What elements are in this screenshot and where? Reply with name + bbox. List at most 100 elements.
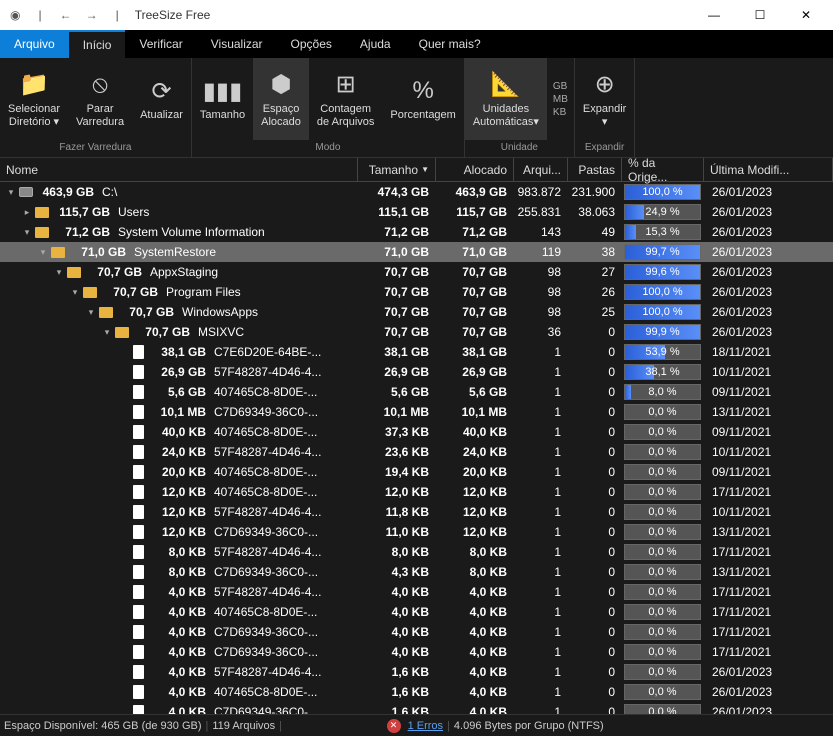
expander-icon[interactable]: ▾ (84, 307, 98, 318)
row-size: 70,7 GB (86, 265, 142, 279)
tree-row[interactable]: 12,0 KB57F48287-4D46-4...11,8 KB12,0 KB1… (0, 502, 833, 522)
tree-row[interactable]: ▾70,7 GBAppxStaging70,7 GB70,7 GB982799,… (0, 262, 833, 282)
col-files[interactable]: Arqui... (514, 158, 568, 181)
tree-row[interactable]: 20,0 KB407465C8-8D0E-...19,4 KB20,0 KB10… (0, 462, 833, 482)
expander-icon[interactable]: ▾ (4, 187, 18, 198)
tree-row[interactable]: 26,9 GB57F48287-4D46-4...26,9 GB26,9 GB1… (0, 362, 833, 382)
row-size: 115,7 GB (54, 205, 110, 219)
percent-bar: 100,0 % (624, 184, 701, 200)
unit-gb[interactable]: GB (553, 81, 568, 92)
tree-row[interactable]: 4,0 KB57F48287-4D46-4...1,6 KB4,0 KB100,… (0, 662, 833, 682)
row-size: 12,0 KB (150, 505, 206, 519)
tab-visualize[interactable]: Visualizar (197, 30, 277, 58)
row-name: 407465C8-8D0E-... (214, 685, 317, 699)
row-name: SystemRestore (134, 245, 216, 259)
row-size: 12,0 KB (150, 525, 206, 539)
tree-row[interactable]: 40,0 KB407465C8-8D0E-...37,3 KB40,0 KB10… (0, 422, 833, 442)
tree-row[interactable]: 4,0 KB407465C8-8D0E-...1,6 KB4,0 KB100,0… (0, 682, 833, 702)
refresh-button[interactable]: ⟳ Atualizar (132, 58, 191, 140)
tab-verify[interactable]: Verificar (125, 30, 196, 58)
tree-row[interactable]: 10,1 MBC7D69349-36C0-...10,1 MB10,1 MB10… (0, 402, 833, 422)
tab-more[interactable]: Quer mais? (405, 30, 495, 58)
row-size: 4,0 KB (150, 665, 206, 679)
row-size: 70,7 GB (134, 325, 190, 339)
mode-size-button[interactable]: ▮▮▮ Tamanho (192, 58, 253, 140)
tree-row[interactable]: 4,0 KBC7D69349-36C0-...1,6 KB4,0 KB100,0… (0, 702, 833, 714)
row-size: 38,1 GB (150, 345, 206, 359)
tab-home[interactable]: Início (69, 30, 126, 58)
statusbar: Espaço Disponível: 465 GB (de 930 GB) | … (0, 714, 833, 736)
mode-percent-button[interactable]: % Porcentagem (382, 58, 463, 140)
expander-icon[interactable]: ▾ (52, 267, 66, 278)
tree-row[interactable]: 12,0 KBC7D69349-36C0-...11,0 KB12,0 KB10… (0, 522, 833, 542)
file-icon (130, 364, 146, 380)
tree-row[interactable]: ▾70,7 GBWindowsApps70,7 GB70,7 GB9825100… (0, 302, 833, 322)
tree-row[interactable]: ▾463,9 GBC:\474,3 GB463,9 GB983.872231.9… (0, 182, 833, 202)
expand-button[interactable]: ⊕ Expandir▾ (575, 58, 634, 140)
unit-auto-button[interactable]: 📐 UnidadesAutomáticas▾ (465, 58, 547, 140)
row-size: 70,7 GB (118, 305, 174, 319)
row-name: C:\ (102, 185, 117, 199)
minimize-button[interactable]: — (691, 0, 737, 30)
mode-allocated-button[interactable]: ⬢ EspaçoAlocado (253, 58, 309, 140)
expander-icon[interactable]: ▾ (68, 287, 82, 298)
col-folders[interactable]: Pastas (568, 158, 622, 181)
tree-row[interactable]: ▾70,7 GBProgram Files70,7 GB70,7 GB98261… (0, 282, 833, 302)
tab-options[interactable]: Opções (277, 30, 346, 58)
tree-row[interactable]: ▾71,2 GBSystem Volume Information71,2 GB… (0, 222, 833, 242)
file-icon (130, 444, 146, 460)
percent-bar: 0,0 % (624, 504, 701, 520)
expander-icon[interactable]: ▾ (20, 227, 34, 238)
folder-icon (50, 244, 66, 260)
expander-icon[interactable]: ▾ (36, 247, 50, 258)
percent-bar: 0,0 % (624, 624, 701, 640)
tree-row[interactable]: ▾70,7 GBMSIXVC70,7 GB70,7 GB36099,9 %26/… (0, 322, 833, 342)
expander-icon[interactable]: ▾ (100, 327, 114, 338)
tab-help[interactable]: Ajuda (346, 30, 405, 58)
mode-filecount-button[interactable]: ⊞ Contagemde Arquivos (309, 58, 382, 140)
tab-file[interactable]: Arquivo (0, 30, 69, 58)
stop-scan-button[interactable]: ⦸ PararVarredura (68, 58, 132, 140)
grid-icon: ⊞ (336, 69, 356, 101)
tree-row[interactable]: 38,1 GBC7E6D20E-64BE-...38,1 GB38,1 GB10… (0, 342, 833, 362)
row-size: 5,6 GB (150, 385, 206, 399)
tree-row[interactable]: ▸115,7 GBUsers115,1 GB115,7 GB255.83138.… (0, 202, 833, 222)
error-icon: ✕ (387, 719, 401, 733)
percent-bar: 0,0 % (624, 584, 701, 600)
tree-row[interactable]: 4,0 KB407465C8-8D0E-...4,0 KB4,0 KB100,0… (0, 602, 833, 622)
tree-row[interactable]: 4,0 KBC7D69349-36C0-...4,0 KB4,0 KB100,0… (0, 642, 833, 662)
select-directory-button[interactable]: 📁 SelecionarDiretório ▾ (0, 58, 68, 140)
maximize-button[interactable]: ☐ (737, 0, 783, 30)
tree-row[interactable]: 8,0 KBC7D69349-36C0-...4,3 KB8,0 KB100,0… (0, 562, 833, 582)
tree-row[interactable]: 5,6 GB407465C8-8D0E-...5,6 GB5,6 GB108,0… (0, 382, 833, 402)
row-size: 70,7 GB (102, 285, 158, 299)
tree-row[interactable]: 4,0 KBC7D69349-36C0-...4,0 KB4,0 KB100,0… (0, 622, 833, 642)
col-allocated[interactable]: Alocado (436, 158, 514, 181)
file-icon (130, 524, 146, 540)
tree-row[interactable]: 4,0 KB57F48287-4D46-4...4,0 KB4,0 KB100,… (0, 582, 833, 602)
col-modified[interactable]: Última Modifi... (704, 158, 833, 181)
col-name[interactable]: Nome (0, 158, 358, 181)
row-name: Users (118, 205, 149, 219)
close-button[interactable]: ✕ (783, 0, 829, 30)
row-size: 4,0 KB (150, 685, 206, 699)
bars-icon: ▮▮▮ (203, 75, 243, 107)
col-size[interactable]: Tamanho▼ (358, 158, 436, 181)
ribbon: 📁 SelecionarDiretório ▾ ⦸ PararVarredura… (0, 58, 833, 158)
tree-row[interactable]: 24,0 KB57F48287-4D46-4...23,6 KB24,0 KB1… (0, 442, 833, 462)
tree-row[interactable]: 12,0 KB407465C8-8D0E-...12,0 KB12,0 KB10… (0, 482, 833, 502)
nav-forward-icon[interactable]: → (80, 6, 104, 24)
expand-icon: ⊕ (595, 69, 615, 101)
tree-view[interactable]: ▾463,9 GBC:\474,3 GB463,9 GB983.872231.9… (0, 182, 833, 714)
tree-row[interactable]: ▾71,0 GBSystemRestore71,0 GB71,0 GB11938… (0, 242, 833, 262)
percent-bar: 0,0 % (624, 484, 701, 500)
tree-row[interactable]: 8,0 KB57F48287-4D46-4...8,0 KB8,0 KB100,… (0, 542, 833, 562)
row-name: 57F48287-4D46-4... (214, 505, 321, 519)
col-percent[interactable]: % da Orige... (622, 158, 704, 181)
expander-icon[interactable]: ▸ (20, 207, 34, 218)
nav-back-icon[interactable]: ← (54, 6, 78, 24)
row-size: 4,0 KB (150, 625, 206, 639)
disk-icon (18, 184, 34, 200)
unit-kb[interactable]: KB (553, 107, 568, 118)
unit-mb[interactable]: MB (553, 94, 568, 105)
